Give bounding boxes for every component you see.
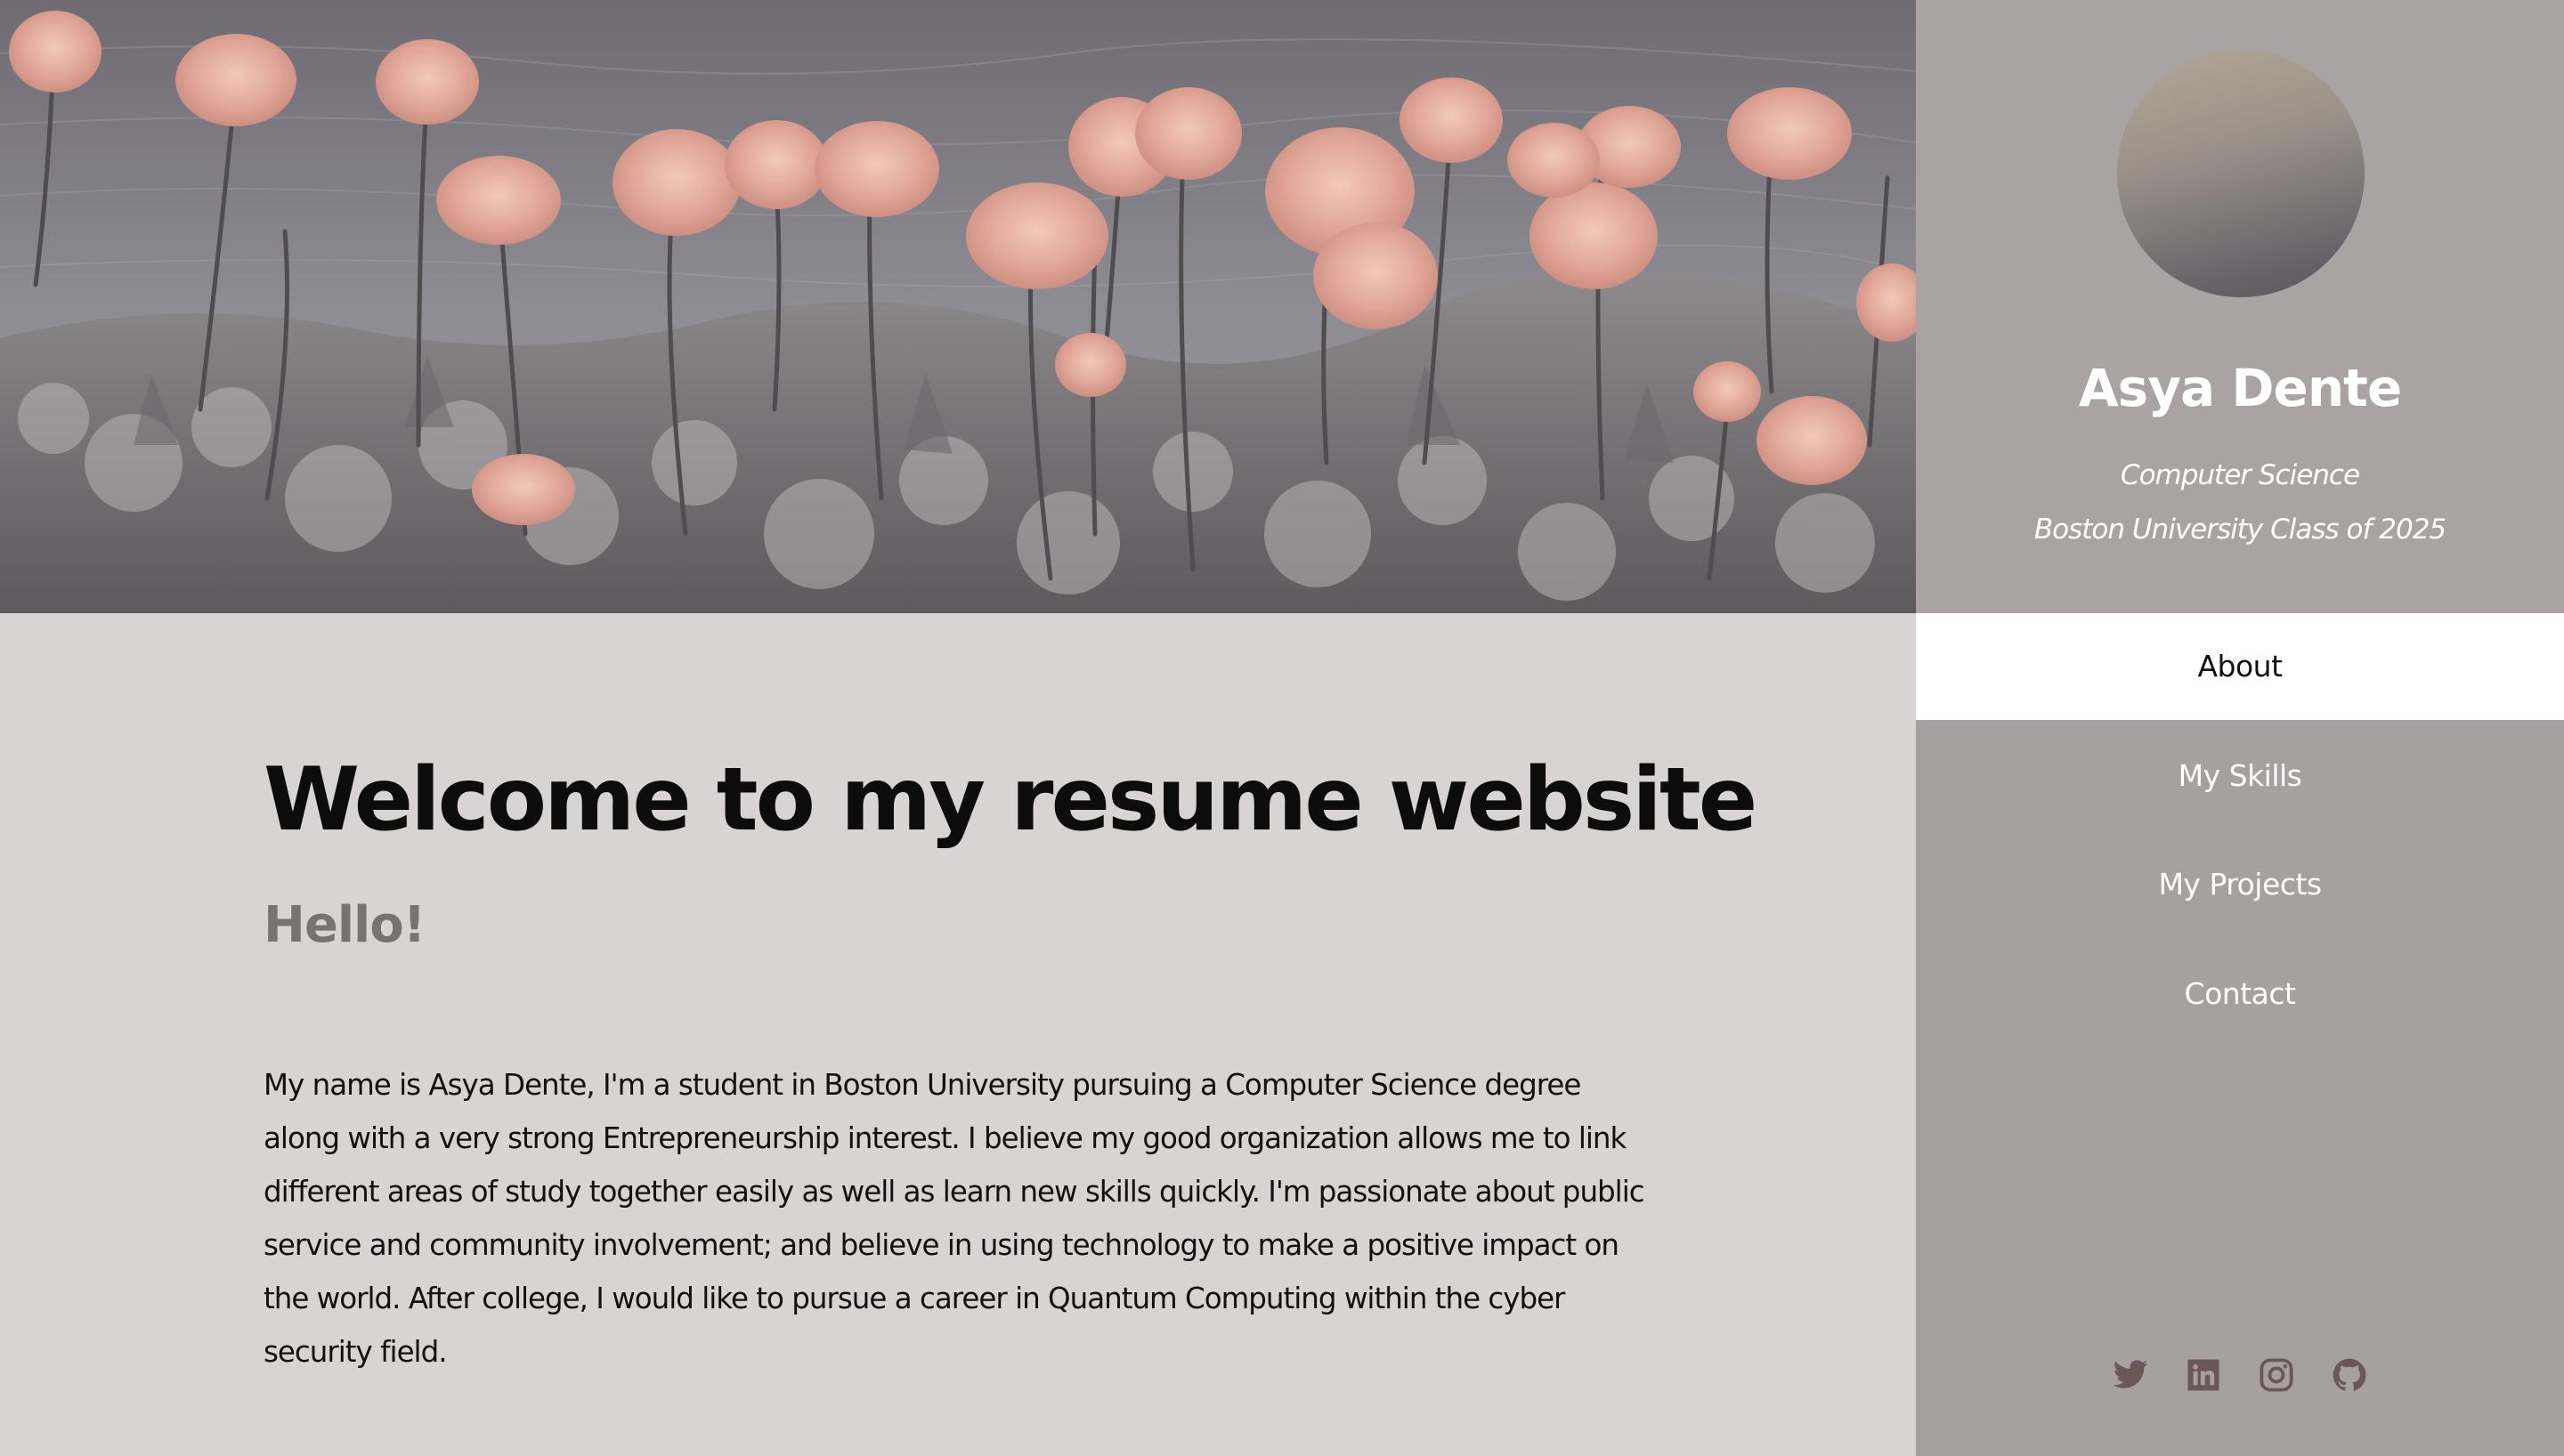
nav-item-about[interactable]: About [1916,613,2564,720]
avatar [2117,50,2365,297]
main-content: Welcome to my resume website Hello! My n… [0,613,1916,1456]
hero-banner-image [0,0,1916,613]
profile-major: Computer Science [2120,459,2360,491]
github-icon[interactable] [2331,1356,2368,1394]
bio-paragraph: My name is Asya Dente, I'm a student in … [264,1068,1645,1369]
social-links [1916,1356,2564,1394]
nav-item-my-projects[interactable]: My Projects [1916,831,2564,938]
instagram-icon[interactable] [2258,1356,2295,1394]
profile-name: Asya Dente [2078,358,2402,418]
tulip-field-illustration [0,0,1916,613]
sidebar: Asya Dente Computer Science Boston Unive… [1916,0,2564,1456]
twitter-icon[interactable] [2112,1356,2149,1394]
profile-card: Asya Dente Computer Science Boston Unive… [1916,0,2564,613]
page: Welcome to my resume website Hello! My n… [0,0,2564,1456]
profile-school: Boston University Class of 2025 [2033,514,2446,546]
nav-item-contact[interactable]: Contact [1916,941,2564,1048]
nav-item-my-skills[interactable]: My Skills [1916,723,2564,829]
hello-heading: Hello! [264,896,426,954]
page-title: Welcome to my resume website [264,749,1757,851]
linkedin-icon[interactable] [2185,1356,2222,1394]
